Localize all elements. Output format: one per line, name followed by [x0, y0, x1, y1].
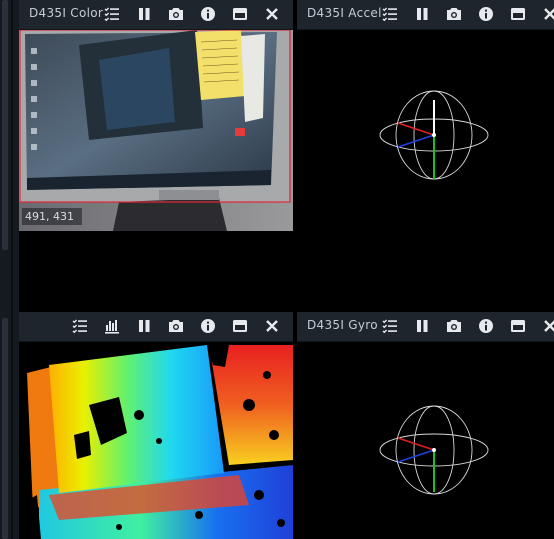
camera-icon[interactable] — [167, 5, 185, 23]
histogram-icon[interactable] — [103, 317, 121, 335]
pause-icon[interactable] — [135, 317, 153, 335]
controls-icon[interactable] — [103, 5, 121, 23]
gyro-3d-view[interactable] — [297, 342, 554, 539]
camera-icon[interactable] — [167, 317, 185, 335]
scrollbar-thumb-lower[interactable] — [2, 318, 8, 539]
accel-panel-toolbar: D435I Accel — [297, 0, 554, 30]
maximize-icon[interactable] — [509, 317, 527, 335]
camera-icon[interactable] — [445, 317, 463, 335]
pause-icon[interactable] — [413, 317, 431, 335]
gyro-stream-panel: D435I Gyro — [297, 312, 554, 539]
gyro-panel-toolbar: D435I Gyro — [297, 312, 554, 342]
depth-stream-panel — [19, 312, 293, 539]
maximize-icon[interactable] — [231, 5, 249, 23]
color-camera-image — [19, 29, 293, 231]
color-panel-toolbar: D435I Color — [19, 0, 293, 30]
depth-panel-toolbar — [19, 312, 293, 342]
viewer-root: D435I Color 491, 431 D435I Accel D435I G… — [0, 0, 554, 539]
depth-colormap-image — [19, 345, 293, 539]
left-scrollbar[interactable] — [0, 0, 19, 539]
info-icon[interactable] — [199, 5, 217, 23]
info-icon[interactable] — [199, 317, 217, 335]
depth-stream-view[interactable] — [19, 345, 293, 539]
controls-icon[interactable] — [381, 5, 399, 23]
close-icon[interactable] — [263, 317, 281, 335]
pixel-readout: 491, 431 — [22, 208, 82, 225]
controls-icon[interactable] — [71, 317, 89, 335]
camera-icon[interactable] — [445, 5, 463, 23]
close-icon[interactable] — [263, 5, 281, 23]
accel-stream-panel: D435I Accel — [297, 0, 554, 231]
scrollbar-thumb-upper[interactable] — [2, 0, 8, 250]
close-icon[interactable] — [541, 317, 554, 335]
pause-icon[interactable] — [135, 5, 153, 23]
controls-icon[interactable] — [381, 317, 399, 335]
pause-icon[interactable] — [413, 5, 431, 23]
color-stream-view[interactable]: 491, 431 — [19, 29, 293, 231]
panel-title: D435I Gyro — [307, 318, 378, 332]
color-stream-panel: D435I Color 491, 431 — [19, 0, 293, 231]
gyro-gimbal — [379, 405, 489, 495]
info-icon[interactable] — [477, 5, 495, 23]
accel-gimbal — [379, 90, 489, 180]
scrollbar-track — [11, 0, 13, 539]
panel-title: D435I Accel — [307, 6, 382, 20]
panel-title: D435I Color — [29, 6, 104, 20]
info-icon[interactable] — [477, 317, 495, 335]
maximize-icon[interactable] — [231, 317, 249, 335]
maximize-icon[interactable] — [509, 5, 527, 23]
close-icon[interactable] — [541, 5, 554, 23]
accel-3d-view[interactable] — [297, 30, 554, 231]
